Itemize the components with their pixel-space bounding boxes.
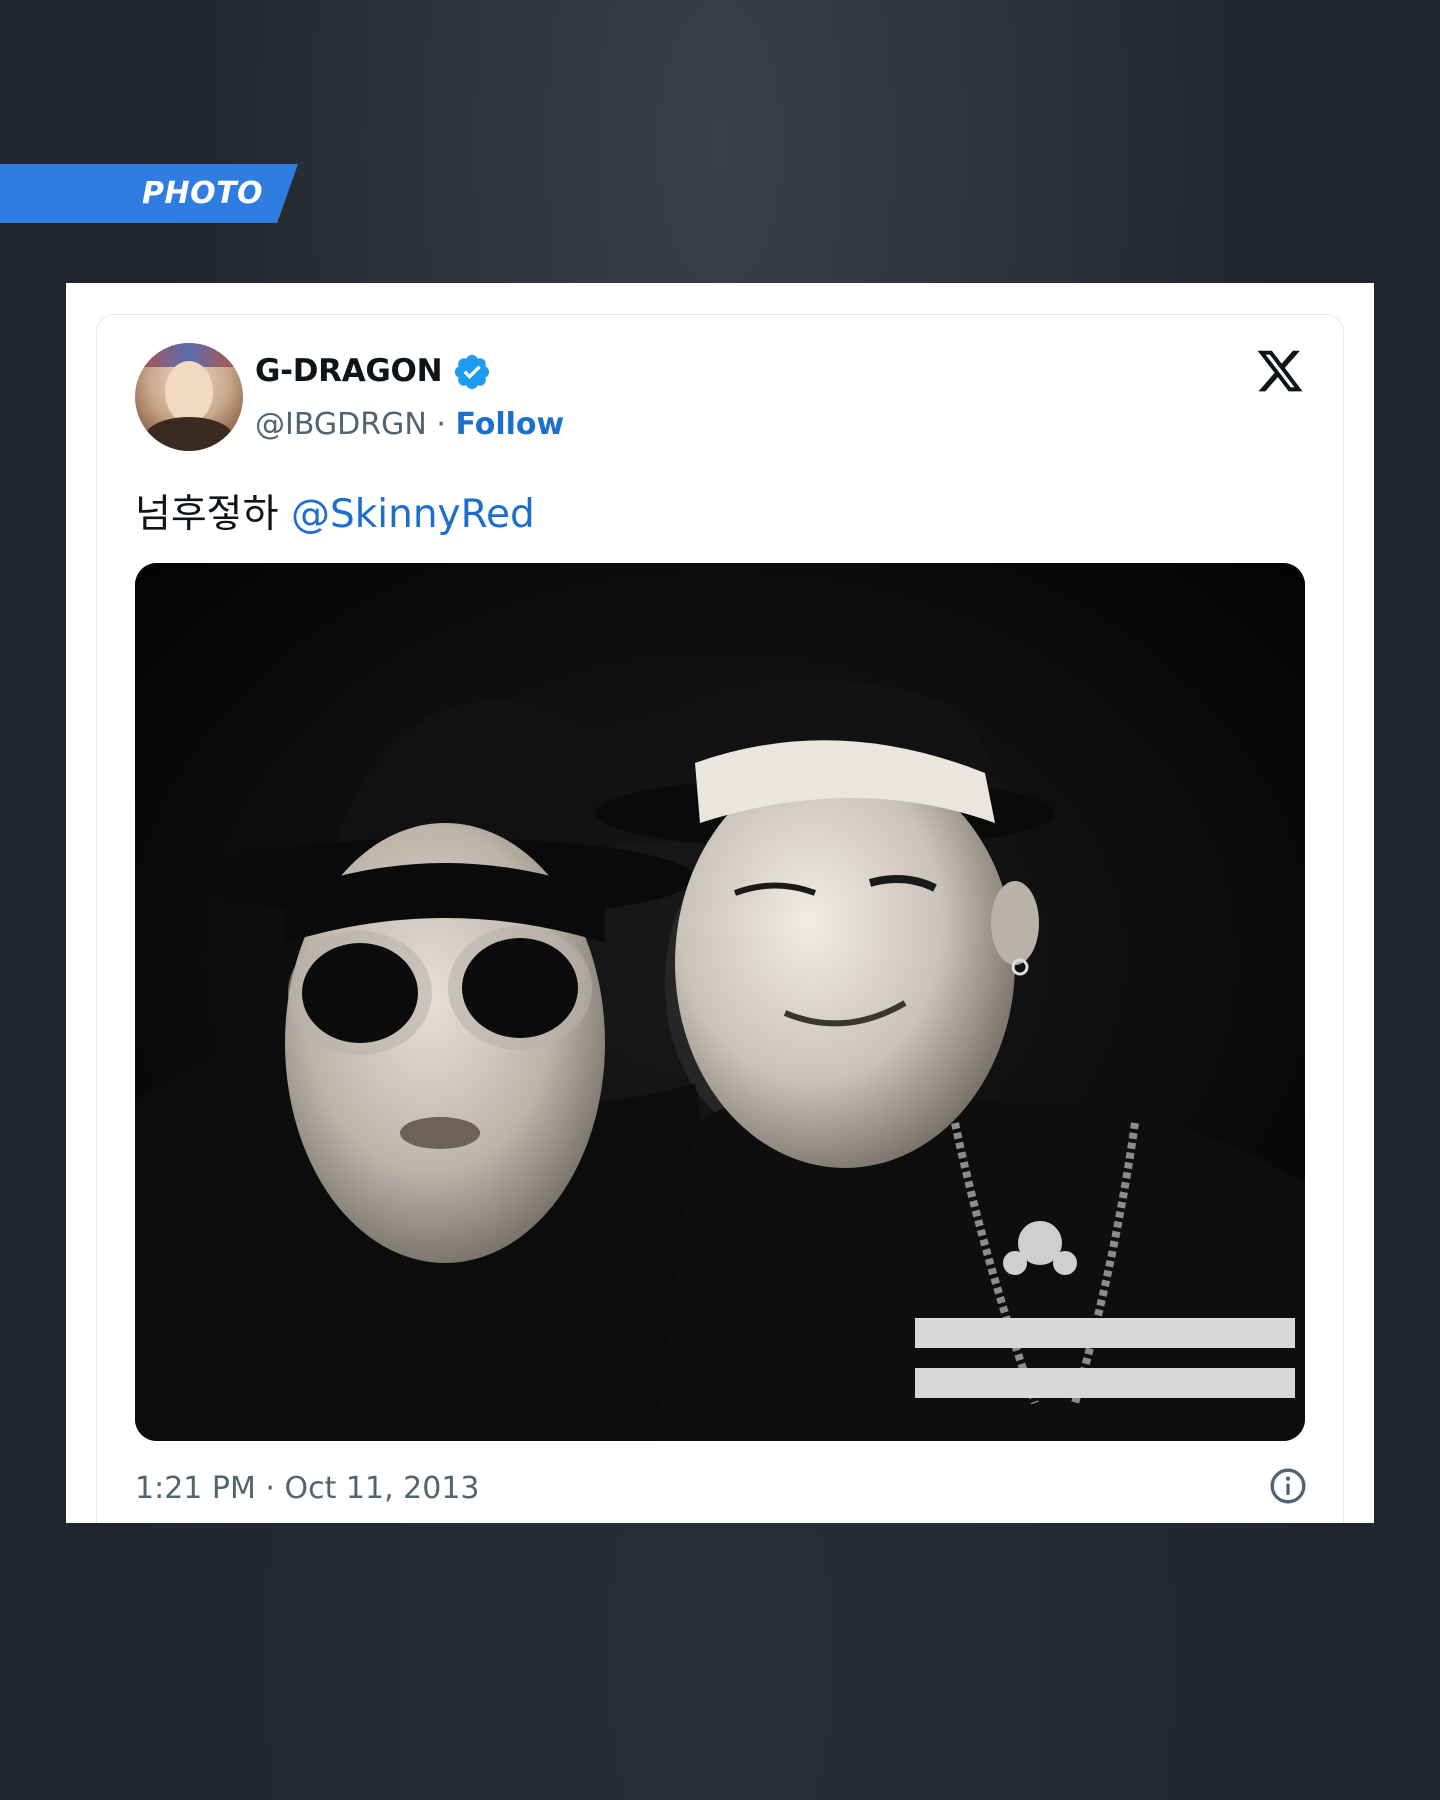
follow-button[interactable]: Follow	[455, 407, 564, 442]
photo-tag: PHOTO	[0, 164, 298, 223]
author-handle[interactable]: @IBGDRGN	[255, 407, 427, 442]
info-icon[interactable]	[1268, 1466, 1308, 1506]
handle-row: @IBGDRGN · Follow	[255, 407, 564, 442]
handle-separator: ·	[436, 407, 446, 442]
mention-link[interactable]: @SkinnyRed	[291, 492, 535, 537]
author-name[interactable]: G-DRAGON	[255, 353, 443, 389]
tweet-body: 넘후젛하	[135, 492, 279, 537]
photo-image	[135, 563, 1305, 1441]
tweet-text: 넘후젛하 @SkinnyRed	[135, 483, 535, 539]
verified-badge-icon	[454, 354, 490, 390]
avatar[interactable]	[135, 343, 243, 451]
tweet-photo[interactable]	[135, 563, 1305, 1441]
photo-tag-label: PHOTO	[142, 176, 264, 211]
embedded-tweet-frame: G-DRAGON @IBGDRGN · Follow 넘후젛하 @SkinnyR…	[66, 283, 1374, 1523]
x-logo-icon[interactable]	[1254, 346, 1306, 396]
tweet-timestamp[interactable]: 1:21 PM · Oct 11, 2013	[135, 1471, 480, 1506]
tweet-card[interactable]: G-DRAGON @IBGDRGN · Follow 넘후젛하 @SkinnyR…	[96, 314, 1344, 1523]
